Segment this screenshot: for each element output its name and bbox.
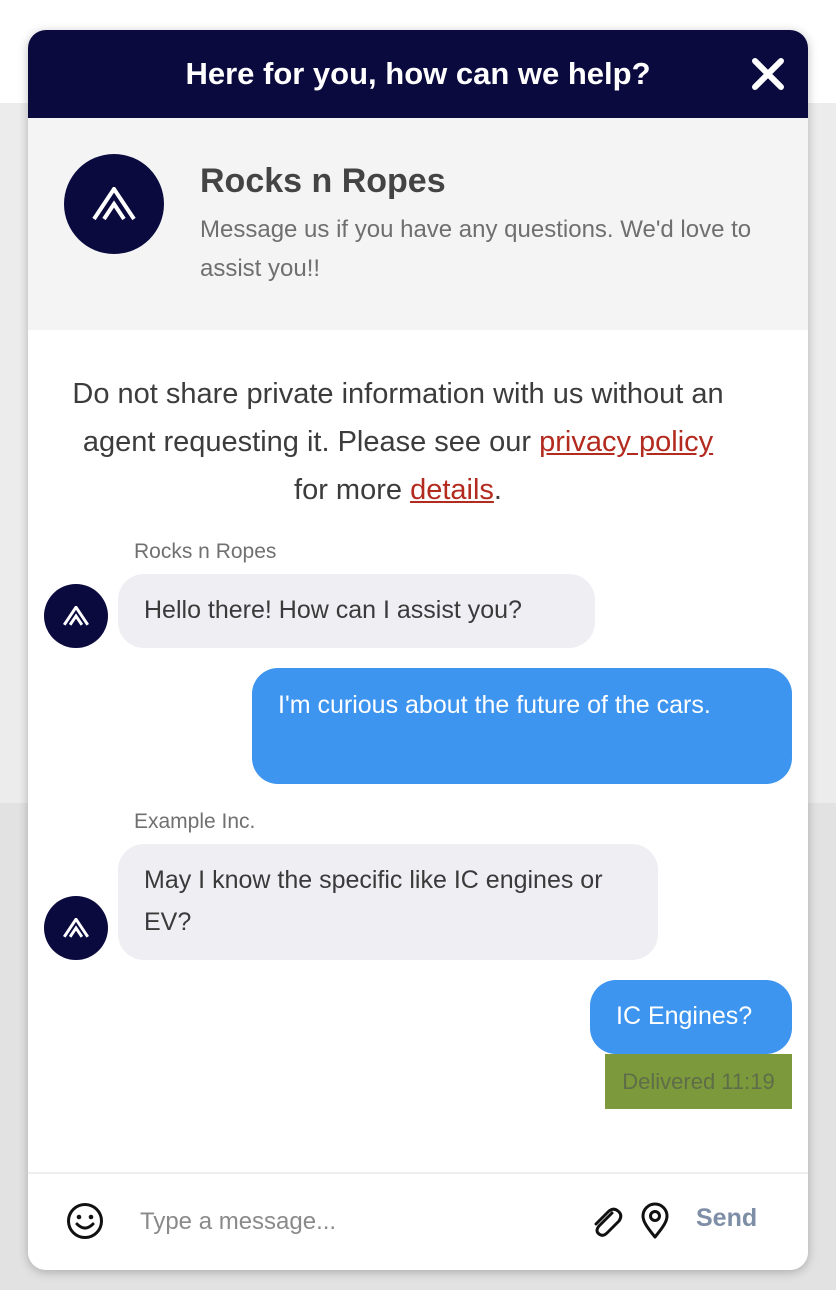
brand-logo-icon [92,187,136,221]
privacy-notice: Do not share private information with us… [68,370,728,514]
message-sender-name: Rocks n Ropes [134,540,277,563]
chat-header-title: Here for you, how can we help? [185,56,651,91]
outgoing-message-bubble: IC Engines? [590,980,792,1054]
emoji-icon [67,1203,103,1239]
share-location-button[interactable] [640,1202,670,1240]
details-link[interactable]: details [410,474,494,506]
incoming-message-bubble: Hello there! How can I assist you? [118,574,595,648]
privacy-notice-text-middle: for more [294,474,411,506]
agent-avatar [44,584,108,648]
brand-avatar [64,154,164,254]
brand-name: Rocks n Ropes [200,162,446,200]
emoji-button[interactable] [66,1202,104,1240]
brand-logo-icon [63,606,89,626]
agent-avatar [44,896,108,960]
brand-logo-icon [63,918,89,938]
close-button[interactable] [746,52,790,96]
incoming-message-bubble: May I know the specific like IC engines … [118,844,658,960]
message-input[interactable] [138,1196,562,1248]
paperclip-icon [594,1207,623,1237]
outgoing-message-bubble: I'm curious about the future of the cars… [252,668,792,784]
attach-file-button[interactable] [588,1204,624,1240]
chat-widget: Here for you, how can we help? Rocks n R… [28,30,808,1270]
delivery-status: Delivered 11:19 [605,1054,792,1109]
privacy-notice-text-end: . [493,474,502,506]
message-composer: Send [28,1172,808,1270]
message-sender-name: Example Inc. [134,810,256,833]
chat-header: Here for you, how can we help? [28,30,808,118]
brand-panel: Rocks n Ropes Message us if you have any… [28,118,808,330]
location-pin-icon [641,1202,669,1239]
send-button[interactable]: Send [696,1204,757,1233]
close-icon [752,58,784,90]
brand-description: Message us if you have any questions. We… [200,216,752,282]
privacy-policy-link[interactable]: privacy policy [539,426,713,458]
